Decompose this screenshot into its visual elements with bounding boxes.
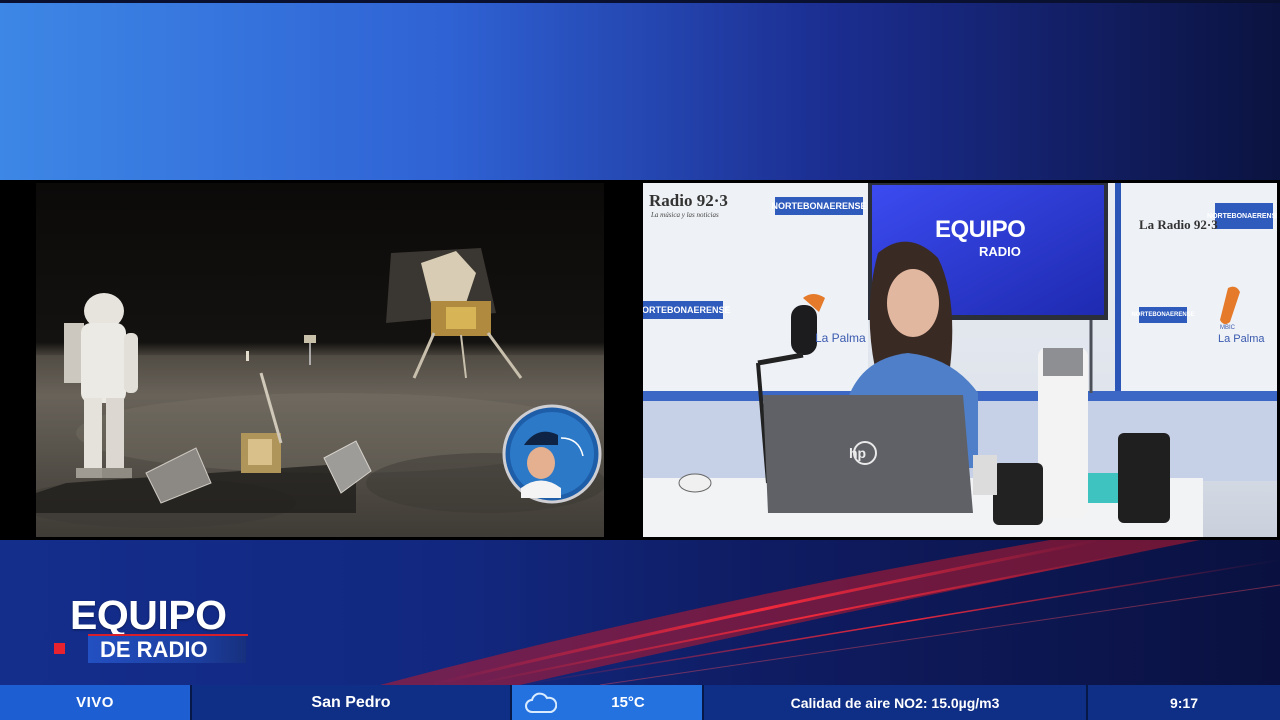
hp-logo: hp (849, 445, 867, 461)
top-edge-line (0, 0, 1280, 3)
live-status-label: VIVO (0, 685, 190, 720)
clock-label: 9:17 (1088, 685, 1280, 720)
la-radio-923-sign: La Radio 92·3 (1139, 217, 1218, 232)
la-palma-small-label: MBIC (1220, 325, 1235, 331)
radio-923-sign-left: Radio 92·3 (649, 191, 728, 210)
top-background-band (0, 0, 1280, 180)
monitor-logo-sub: RADIO (979, 244, 1021, 259)
moon-landing-photo (36, 183, 604, 537)
la-palma-sign-left: La Palma (815, 331, 866, 345)
norte-bonaerense-sign-top: NORTEBONAERENSE (772, 197, 867, 215)
norte-bonaerense-sign-right: NORTEBONAERENSE (1207, 203, 1277, 229)
studio-camera-feed: Radio 92·3 La música y las noticias NORT… (643, 183, 1277, 537)
cloud-icon (525, 692, 557, 713)
la-palma-sign-right: La Palma (1218, 333, 1265, 345)
singer-portrait-badge (502, 404, 602, 504)
norte-bonaerense-sign-left: NORTEBONAERENSE (643, 301, 731, 319)
program-logo-title: EQUIPO (70, 592, 227, 638)
temperature-label: 15°C (611, 694, 645, 711)
program-logo-subtitle: DE RADIO (100, 637, 208, 662)
air-quality-label: Calidad de aire NO2: 15.0µg/m3 (704, 685, 1086, 720)
thermos (1038, 348, 1088, 518)
monitor-logo-title: EQUIPO (935, 216, 1026, 243)
norte-bonaerense-sign-right-small: NORTEBONAERENSE (1131, 307, 1195, 323)
logo-red-square (54, 643, 65, 654)
city-label: San Pedro (192, 685, 510, 720)
laptop (763, 395, 973, 513)
moon-scene-illustration (36, 248, 604, 537)
radio-923-tagline: La música y las noticias (651, 211, 719, 219)
